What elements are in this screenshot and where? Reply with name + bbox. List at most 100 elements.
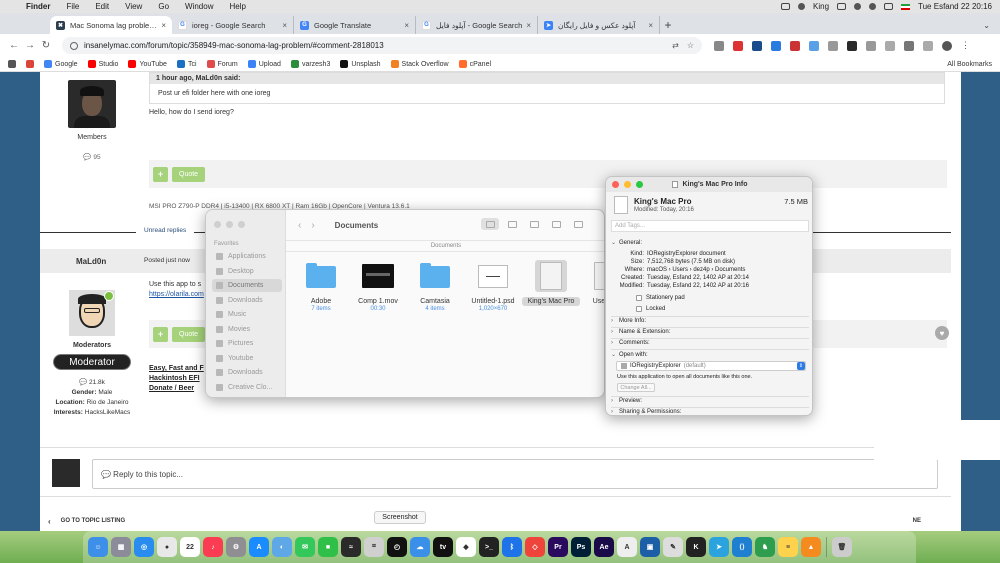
avatar[interactable] bbox=[69, 290, 115, 336]
group-button[interactable] bbox=[569, 218, 587, 230]
dock-calendar-icon[interactable]: 22 bbox=[180, 537, 200, 557]
menu-file[interactable]: File bbox=[58, 2, 87, 11]
sidebar-item[interactable]: Desktop bbox=[212, 265, 282, 278]
tab-search-icon[interactable]: ⌄ bbox=[983, 16, 990, 34]
dock-capcut-icon[interactable]: ◆ bbox=[456, 537, 476, 557]
column-view-button[interactable] bbox=[525, 218, 543, 230]
file-item[interactable]: Adobe 7 items bbox=[292, 260, 350, 312]
tab-icon[interactable] bbox=[923, 40, 933, 51]
menu-window[interactable]: Window bbox=[177, 2, 221, 11]
bookmark-item[interactable] bbox=[26, 60, 34, 68]
puzzle-icon[interactable] bbox=[866, 40, 876, 51]
dock-icloud-icon[interactable]: ☁ bbox=[410, 537, 430, 557]
input-source-flag-icon[interactable] bbox=[901, 3, 911, 10]
quote-button[interactable]: Quote bbox=[172, 166, 206, 182]
next-topic-link[interactable]: NE bbox=[913, 518, 921, 524]
stationery-checkbox[interactable]: Stationery pad bbox=[636, 295, 685, 301]
sidebar-item[interactable]: Music bbox=[212, 308, 282, 321]
more-menu-icon[interactable]: ⋮ bbox=[961, 40, 970, 51]
section-general[interactable]: ⌄ General: bbox=[611, 239, 809, 247]
dock-facetime-icon[interactable]: ■ bbox=[318, 537, 338, 557]
dock-finder-icon[interactable]: ☺ bbox=[88, 537, 108, 557]
menu-edit[interactable]: Edit bbox=[87, 2, 117, 11]
dock-screenshot-icon[interactable]: ⌗ bbox=[364, 537, 384, 557]
dock-telegram-icon[interactable]: ➤ bbox=[709, 537, 729, 557]
dock-monitor-icon[interactable]: ♞ bbox=[755, 537, 775, 557]
file-item[interactable]: Comp 1.mov 00:30 bbox=[349, 260, 407, 312]
dock-preview-icon[interactable]: ◐ bbox=[272, 537, 292, 557]
list-view-button[interactable] bbox=[503, 218, 521, 230]
browser-tab[interactable]: ✖ Mac Sonoma lag problem - No× bbox=[50, 16, 172, 34]
dock-clock-icon[interactable]: ◴ bbox=[387, 537, 407, 557]
site-info-icon[interactable] bbox=[70, 41, 78, 50]
close-button[interactable] bbox=[612, 181, 619, 188]
bookmark-item[interactable]: Unsplash bbox=[340, 60, 381, 68]
sidebar-item[interactable]: Downloads bbox=[212, 294, 282, 307]
section-comments[interactable]: › Comments: bbox=[611, 340, 809, 346]
download-icon[interactable] bbox=[904, 40, 914, 51]
reload-icon[interactable]: ↻ bbox=[38, 40, 54, 51]
dock-tv-icon[interactable]: tv bbox=[433, 537, 453, 557]
tab-close-icon[interactable]: × bbox=[161, 21, 166, 30]
dock-safari-icon[interactable]: ◎ bbox=[134, 537, 154, 557]
multiquote-button[interactable]: + bbox=[153, 166, 168, 182]
sidebar-item[interactable]: Pictures bbox=[212, 337, 282, 350]
sidebar-icon[interactable] bbox=[885, 40, 895, 51]
menu-clock[interactable]: Tue Esfand 22 20:16 bbox=[918, 2, 992, 11]
browser-tab[interactable]: Gioreg - Google Search × bbox=[172, 16, 294, 34]
dock-launchpad-icon[interactable]: ▦ bbox=[111, 537, 131, 557]
zoom-button[interactable] bbox=[238, 221, 245, 228]
search-icon[interactable] bbox=[869, 3, 877, 10]
dock-vlc-icon[interactable]: ▲ bbox=[801, 537, 821, 557]
tab-close-icon[interactable]: × bbox=[526, 21, 531, 30]
gallery-view-button[interactable] bbox=[547, 218, 565, 230]
bookmark-item[interactable] bbox=[8, 60, 16, 68]
menu-view[interactable]: View bbox=[117, 2, 150, 11]
all-bookmarks-button[interactable]: All Bookmarks bbox=[947, 61, 992, 68]
close-button[interactable] bbox=[214, 221, 221, 228]
back-icon[interactable]: ← bbox=[6, 40, 22, 51]
zoom-button[interactable] bbox=[636, 181, 643, 188]
minimize-button[interactable] bbox=[226, 221, 233, 228]
extension-icon[interactable] bbox=[752, 40, 762, 51]
bookmark-item[interactable]: varzesh3 bbox=[290, 60, 330, 68]
author-name[interactable]: MaLd0n bbox=[76, 257, 106, 266]
dock-terminal-icon[interactable]: >_ bbox=[479, 537, 499, 557]
file-item[interactable]: Camtasia 4 items bbox=[406, 260, 464, 312]
forward-icon[interactable]: → bbox=[22, 40, 38, 51]
display-icon[interactable] bbox=[781, 3, 790, 10]
extension-icon[interactable] bbox=[828, 40, 838, 51]
sidebar-item[interactable]: Creative Clo... bbox=[212, 381, 282, 394]
post-signature[interactable]: Easy, Fast and F Hackintosh EFI Donate /… bbox=[149, 364, 204, 394]
sidebar-item[interactable]: Documents bbox=[212, 279, 282, 292]
dock-bluetooth-icon[interactable]: ᛒ bbox=[502, 537, 522, 557]
open-with-select[interactable]: IORegistryExplorer (default) ⇕ bbox=[616, 361, 806, 371]
quote-button[interactable]: Quote bbox=[172, 326, 206, 342]
dock-anydesk-icon[interactable]: ◇ bbox=[525, 537, 545, 557]
browser-tab[interactable]: G آپلود فایل - Google Search × bbox=[416, 16, 538, 34]
extension-icon[interactable] bbox=[809, 40, 819, 51]
dock-fontbook-icon[interactable]: A bbox=[617, 537, 637, 557]
section-more-info[interactable]: › More Info: bbox=[611, 318, 809, 324]
bookmark-item[interactable]: Upload bbox=[247, 60, 281, 68]
bookmark-item[interactable]: cPanel bbox=[458, 60, 491, 68]
new-tab-button[interactable]: + bbox=[660, 16, 676, 34]
dock-music-icon[interactable]: ♪ bbox=[203, 537, 223, 557]
browser-tab[interactable]: ➤ آپلود عکس و فایل رایگان × bbox=[538, 16, 660, 34]
dock-aftereffects-icon[interactable]: Ae bbox=[594, 537, 614, 557]
translate-icon[interactable]: ⇄ bbox=[672, 41, 679, 50]
menu-finder[interactable]: Finder bbox=[18, 2, 58, 11]
back-chevron-icon[interactable]: ‹ bbox=[48, 517, 51, 526]
reply-input[interactable]: 💬 Reply to this topic... bbox=[92, 459, 938, 489]
multiquote-button[interactable]: + bbox=[153, 326, 168, 342]
icon-view-button[interactable] bbox=[481, 218, 499, 230]
dock-vscode-icon[interactable]: ⟨⟩ bbox=[732, 537, 752, 557]
bookmark-item[interactable]: Stack Overflow bbox=[390, 60, 449, 68]
bookmark-item[interactable]: Google bbox=[44, 60, 78, 68]
post-link[interactable]: https://olarila.com bbox=[149, 290, 204, 300]
file-item[interactable]: User an bbox=[576, 260, 604, 306]
reaction-heart-icon[interactable]: ♥ bbox=[935, 326, 949, 340]
section-name-extension[interactable]: › Name & Extension: bbox=[611, 329, 809, 335]
section-sharing-permissions[interactable]: › Sharing & Permissions: bbox=[611, 409, 809, 415]
dock-messages-icon[interactable]: ✉ bbox=[295, 537, 315, 557]
